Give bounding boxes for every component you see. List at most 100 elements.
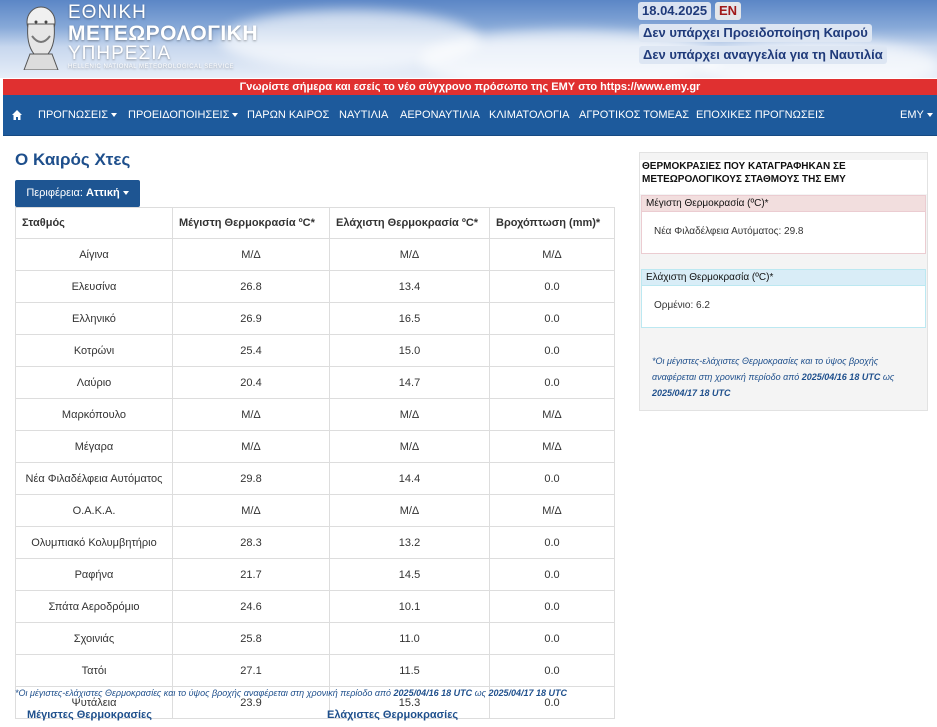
table-row: Λαύριο 20.4 14.7 0.0 xyxy=(15,366,615,399)
station-name-cell: Τατόι xyxy=(15,654,173,687)
language-switch-en[interactable]: EN xyxy=(715,2,742,20)
table-footnote: *Οι μέγιστες-ελάχιστες Θερμοκρασίες και … xyxy=(15,688,567,698)
weather-warning-link[interactable]: Δεν υπάρχει Προειδοποίηση Καιρού xyxy=(639,24,872,42)
rainfall-cell: Μ/Δ xyxy=(489,398,615,431)
nav-agriculture[interactable]: ΑΓΡΟΤΙΚΟΣ ΤΟΜΕΑΣ xyxy=(579,95,689,135)
current-date: 18.04.2025 xyxy=(638,2,712,20)
rainfall-cell: Μ/Δ xyxy=(489,430,615,463)
panel-note-from: 2025/04/16 18 UTC xyxy=(801,372,881,382)
nav-forecasts-label: ΠΡΟΓΝΩΣΕΙΣ xyxy=(38,109,109,121)
min-temp-cell: Μ/Δ xyxy=(329,238,490,271)
max-temp-heading: Μέγιστη Θερμοκρασία (ºC)* xyxy=(641,195,926,212)
rainfall-cell: 0.0 xyxy=(489,302,615,335)
nav-seasonal-forecasts[interactable]: ΕΠΟΧΙΚΕΣ ΠΡΟΓΝΩΣΕΙΣ xyxy=(696,95,825,135)
footnote-to: 2025/04/17 18 UTC xyxy=(488,688,568,698)
max-temp-cell: 27.1 xyxy=(172,654,330,687)
announcement-bar[interactable]: Γνωρίστε σήμερα και εσείς το νέο σύγχρον… xyxy=(3,79,937,95)
home-nav-button[interactable] xyxy=(11,95,23,135)
table-row: Ελευσίνα 26.8 13.4 0.0 xyxy=(15,270,615,303)
min-temp-cell: 15.0 xyxy=(329,334,490,367)
panel-title: ΘΕΡΜΟΚΡΑΣΙΕΣ ΠΟΥ ΚΑΤΑΓΡΑΦΗΚΑΝ ΣΕ ΜΕΤΕΩΡΟ… xyxy=(640,160,927,194)
station-name-cell: Ελληνικό xyxy=(15,302,173,335)
nav-current-weather-label: ΠΑΡΩΝ ΚΑΙΡΟΣ xyxy=(247,109,330,121)
table-header-row: Σταθμός Μέγιστη Θερμοκρασία ºC* Ελάχιστη… xyxy=(15,207,615,239)
main-navbar: ΠΡΟΓΝΩΣΕΙΣ ΠΡΟΕΙΔΟΠΟΙΗΣΕΙΣ ΠΑΡΩΝ ΚΑΙΡΟΣ … xyxy=(3,95,937,136)
rainfall-cell: 0.0 xyxy=(489,622,615,655)
aristotle-bust-icon[interactable] xyxy=(18,4,64,70)
chevron-down-icon xyxy=(232,113,239,118)
nav-current-weather[interactable]: ΠΑΡΩΝ ΚΑΙΡΟΣ xyxy=(247,95,329,135)
min-temp-cell: Μ/Δ xyxy=(329,494,490,527)
station-name-cell: Σπάτα Αεροδρόμιο xyxy=(15,590,173,623)
table-row: Μαρκόπουλο Μ/Δ Μ/Δ Μ/Δ xyxy=(15,398,615,431)
min-temperatures-heading: Ελάχιστες Θερμοκρασίες xyxy=(327,709,459,721)
max-temp-cell: 25.4 xyxy=(172,334,330,367)
table-row: Ο.Α.Κ.Α. Μ/Δ Μ/Δ Μ/Δ xyxy=(15,494,615,527)
table-row: Αίγινα Μ/Δ Μ/Δ Μ/Δ xyxy=(15,238,615,271)
nav-forecasts[interactable]: ΠΡΟΓΝΩΣΕΙΣ xyxy=(38,95,118,135)
min-temp-cell: 11.0 xyxy=(329,622,490,655)
station-name-cell: Ο.Α.Κ.Α. xyxy=(15,494,173,527)
max-temperatures-heading: Μέγιστες Θερμοκρασίες xyxy=(27,709,152,721)
max-temp-cell: Μ/Δ xyxy=(172,238,330,271)
station-name-cell: Σχοινιάς xyxy=(15,622,173,655)
rainfall-cell: 0.0 xyxy=(489,654,615,687)
min-temp-cell: 10.1 xyxy=(329,590,490,623)
max-temp-cell: Μ/Δ xyxy=(172,494,330,527)
station-name-cell: Κοτρώνι xyxy=(15,334,173,367)
max-temp-cell: 24.6 xyxy=(172,590,330,623)
chevron-down-icon xyxy=(122,191,129,196)
column-header-max-temp: Μέγιστη Θερμοκρασία ºC* xyxy=(172,207,330,239)
footnote-from: 2025/04/16 18 UTC xyxy=(393,688,473,698)
logo-line-4: HELLENIC NATIONAL METEOROLOGICAL SERVICE xyxy=(68,64,235,70)
yesterday-weather-table: Σταθμός Μέγιστη Θερμοκρασία ºC* Ελάχιστη… xyxy=(15,207,615,719)
rainfall-cell: Μ/Δ xyxy=(489,238,615,271)
table-row: Νέα Φιλαδέλφεια Αυτόματος 29.8 14.4 0.0 xyxy=(15,462,615,495)
page-title: Ο Καιρός Χτες xyxy=(15,150,131,169)
logo-text[interactable]: ΕΘΝΙΚΗ ΜΕΤΕΩΡΟΛΟΓΙΚΗ ΥΠΗΡΕΣΙΑ HELLENIC N… xyxy=(68,2,258,71)
nav-navigation[interactable]: ΝΑΥΤΙΛΙΑ xyxy=(339,95,388,135)
region-value: Αττική xyxy=(86,187,120,199)
panel-footnote: *Οι μέγιστες-ελάχιστες Θερμοκρασίες και … xyxy=(652,353,920,401)
max-temp-cell: 26.8 xyxy=(172,270,330,303)
max-temp-cell: 28.3 xyxy=(172,526,330,559)
column-header-station: Σταθμός xyxy=(15,207,173,239)
table-row: Σπάτα Αεροδρόμιο 24.6 10.1 0.0 xyxy=(15,590,615,623)
region-dropdown-button[interactable]: Περιφέρεια: Αττική xyxy=(15,180,140,207)
nautical-warning-link[interactable]: Δεν υπάρχει αναγγελία για τη Ναυτιλία xyxy=(639,46,887,64)
min-temp-cell: 14.4 xyxy=(329,462,490,495)
rainfall-cell: Μ/Δ xyxy=(489,494,615,527)
rainfall-cell: 0.0 xyxy=(489,366,615,399)
footnote-text: *Οι μέγιστες-ελάχιστες Θερμοκρασίες και … xyxy=(15,688,394,698)
station-name-cell: Νέα Φιλαδέλφεια Αυτόματος xyxy=(15,462,173,495)
min-temp-cell: Μ/Δ xyxy=(329,398,490,431)
nav-aeronautics[interactable]: ΑΕΡΟΝΑΥΤΙΛΙΑ xyxy=(400,95,480,135)
table-row: Ελληνικό 26.9 16.5 0.0 xyxy=(15,302,615,335)
nav-warnings[interactable]: ΠΡΟΕΙΔΟΠΟΙΗΣΕΙΣ xyxy=(128,95,239,135)
table-row: Τατόι 27.1 11.5 0.0 xyxy=(15,654,615,687)
nav-emy-dropdown[interactable]: ΕΜΥ xyxy=(900,95,933,135)
table-body: Αίγινα Μ/Δ Μ/Δ Μ/Δ Ελευσίνα 26.8 13.4 0.0 Ελληνι… xyxy=(15,238,615,719)
station-name-cell: Λαύριο xyxy=(15,366,173,399)
header-banner: ΕΘΝΙΚΗ ΜΕΤΕΩΡΟΛΟΓΙΚΗ ΥΠΗΡΕΣΙΑ HELLENIC N… xyxy=(0,0,937,78)
table-row: Ολυμπιακό Κολυμβητήριο 28.3 13.2 0.0 xyxy=(15,526,615,559)
rainfall-cell: 0.0 xyxy=(489,558,615,591)
max-temp-cell: Μ/Δ xyxy=(172,430,330,463)
nav-agriculture-label: ΑΓΡΟΤΙΚΟΣ ΤΟΜΕΑΣ xyxy=(579,109,689,121)
nav-climatology[interactable]: ΚΛΙΜΑΤΟΛΟΓΙΑ xyxy=(489,95,569,135)
min-temp-cell: 13.4 xyxy=(329,270,490,303)
footnote-mid: ως xyxy=(472,688,489,698)
rainfall-cell: 0.0 xyxy=(489,526,615,559)
table-row: Κοτρώνι 25.4 15.0 0.0 xyxy=(15,334,615,367)
logo-line-3: ΥΠΗΡΕΣΙΑ xyxy=(68,43,172,64)
panel-note-mid: ως xyxy=(880,372,895,382)
table-row: Ραφήνα 21.7 14.5 0.0 xyxy=(15,558,615,591)
max-temp-cell: 29.8 xyxy=(172,462,330,495)
min-temp-cell: Μ/Δ xyxy=(329,430,490,463)
station-name-cell: Ελευσίνα xyxy=(15,270,173,303)
station-temperatures-panel: ΘΕΡΜΟΚΡΑΣΙΕΣ ΠΟΥ ΚΑΤΑΓΡΑΦΗΚΑΝ ΣΕ ΜΕΤΕΩΡΟ… xyxy=(639,152,928,411)
table-row: Σχοινιάς 25.8 11.0 0.0 xyxy=(15,622,615,655)
min-temp-heading: Ελάχιστη Θερμοκρασία (ºC)* xyxy=(641,269,926,286)
max-temp-cell: 20.4 xyxy=(172,366,330,399)
home-icon xyxy=(12,110,22,121)
